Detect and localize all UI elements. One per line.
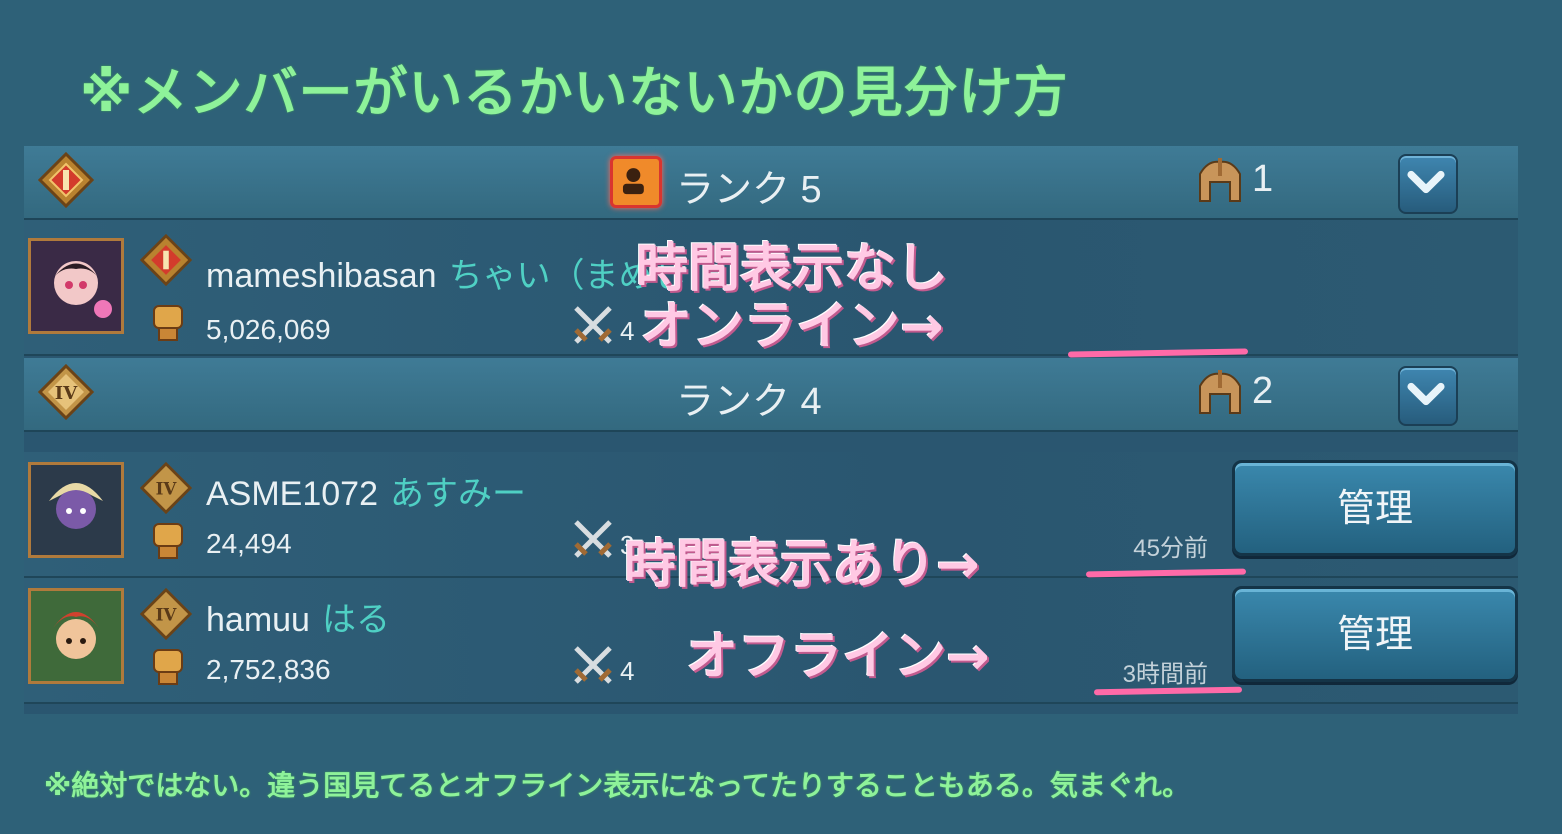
swords-icon — [574, 306, 612, 344]
person-online-icon — [610, 156, 662, 208]
manage-button[interactable]: 管理 — [1232, 586, 1518, 682]
swords-icon — [574, 646, 612, 684]
rank-4-header[interactable]: IV ランク 4 2 — [24, 358, 1518, 432]
last-seen-time: 3時間前 — [1122, 661, 1208, 688]
avatar — [28, 462, 124, 558]
member-id: hamuu — [206, 601, 310, 639]
avatar — [28, 238, 124, 334]
rank-4-badge-icon: IV — [38, 364, 94, 420]
rank-5-count: 1 — [1252, 158, 1274, 200]
rank-5-label: ランク 5 — [676, 169, 822, 211]
member-power: 2,752,836 — [206, 654, 331, 685]
annotation-online: オンライン→ — [640, 297, 944, 357]
member-nickname: はる — [321, 601, 390, 639]
chevron-down-icon — [1407, 382, 1445, 406]
helmet-icon — [1199, 370, 1241, 414]
fist-power-icon — [153, 649, 183, 685]
rank-5-badge-icon — [38, 152, 94, 208]
member-name: hamuu はる — [206, 592, 390, 641]
member-kills: 4 — [620, 316, 635, 346]
member-id: ASME1072 — [206, 475, 378, 513]
helmet-icon — [1199, 158, 1241, 202]
svg-text:IV: IV — [156, 605, 178, 625]
member-nickname: あすみー — [390, 475, 526, 513]
member-name: ASME1072 あすみー — [206, 466, 526, 515]
footer-note: ※絶対ではない。違う国見てるとオフライン表示になってたりすることもある。気まぐれ… — [44, 769, 1191, 802]
fist-power-icon — [153, 305, 183, 341]
page-title: ※メンバーがいるかいないかの見分け方 — [80, 61, 1069, 124]
last-seen-time: 45分前 — [1133, 535, 1208, 562]
member-name: mameshibasan ちゃい（まめし — [206, 248, 687, 297]
swords-icon — [574, 520, 612, 558]
rank-5-small-icon — [140, 234, 192, 286]
member-id: mameshibasan — [206, 257, 437, 295]
rank-5-expand-button[interactable] — [1398, 154, 1458, 214]
rank-5-header[interactable]: ランク 5 1 — [24, 146, 1518, 220]
fist-power-icon — [153, 523, 183, 559]
rank-4-label: ランク 4 — [676, 381, 822, 423]
rank-4-expand-button[interactable] — [1398, 366, 1458, 426]
annotation-with-time: 時間表示あり→ — [624, 535, 980, 595]
avatar — [28, 588, 124, 684]
member-power: 24,494 — [206, 528, 292, 559]
chevron-down-icon — [1407, 170, 1445, 194]
member-power: 5,026,069 — [206, 314, 331, 345]
svg-text:IV: IV — [156, 479, 178, 499]
svg-text:IV: IV — [55, 383, 78, 404]
annotation-offline: オフライン→ — [686, 627, 990, 687]
rank-4-small-icon: IV — [140, 588, 192, 640]
rank-4-count: 2 — [1252, 370, 1274, 412]
manage-button[interactable]: 管理 — [1232, 460, 1518, 556]
member-kills: 4 — [620, 656, 635, 686]
rank-4-small-icon: IV — [140, 462, 192, 514]
